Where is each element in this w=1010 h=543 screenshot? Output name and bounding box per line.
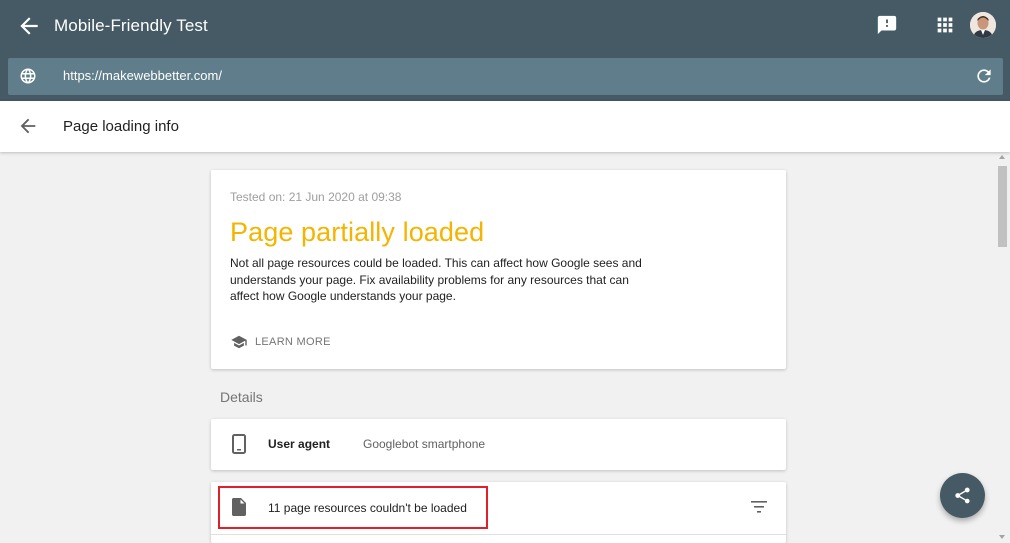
details-heading: Details (220, 389, 263, 405)
user-avatar-icon (970, 12, 996, 38)
user-agent-value: Googlebot smartphone (363, 437, 486, 451)
back-arrow-icon[interactable] (16, 13, 42, 39)
filter-icon[interactable] (751, 500, 767, 514)
app-bar: Mobile-Friendly Test https://makewebbett… (0, 0, 1010, 101)
url-text[interactable]: https://makewebbetter.com/ (63, 68, 222, 83)
status-heading: Page partially loaded (230, 217, 485, 247)
scroll-down-arrow[interactable] (999, 535, 1005, 539)
scrollbar[interactable] (995, 152, 1010, 543)
share-icon (955, 487, 970, 504)
page-title: Page loading info (63, 118, 179, 135)
user-agent-key: User agent (268, 437, 331, 451)
scroll-up-arrow[interactable] (999, 155, 1005, 159)
user-agent-card: User agent Googlebot smartphone (211, 419, 786, 470)
status-description: Not all page resources could be loaded. … (230, 256, 642, 303)
learn-more-button[interactable]: LEARN MORE (230, 334, 331, 350)
apps-grid-icon[interactable] (934, 14, 956, 36)
scrollbar-thumb[interactable] (998, 166, 1007, 247)
graduation-cap-icon (231, 335, 247, 349)
learn-more-label: LEARN MORE (255, 336, 331, 348)
status-card: Tested on: 21 Jun 2020 at 09:38 Page par… (211, 170, 786, 369)
url-bar: https://makewebbetter.com/ (8, 58, 1003, 95)
highlight-box (218, 486, 488, 529)
share-button[interactable] (940, 473, 985, 518)
globe-icon (20, 68, 36, 84)
divider (211, 534, 786, 535)
feedback-icon[interactable] (876, 14, 898, 36)
back-arrow-icon[interactable] (17, 115, 39, 137)
tested-timestamp: Tested on: 21 Jun 2020 at 09:38 (230, 190, 402, 204)
app-title: Mobile-Friendly Test (54, 16, 208, 35)
refresh-icon[interactable] (974, 66, 994, 86)
smartphone-icon (232, 434, 246, 454)
sub-header: Page loading info (0, 101, 1010, 152)
avatar[interactable] (970, 12, 996, 38)
